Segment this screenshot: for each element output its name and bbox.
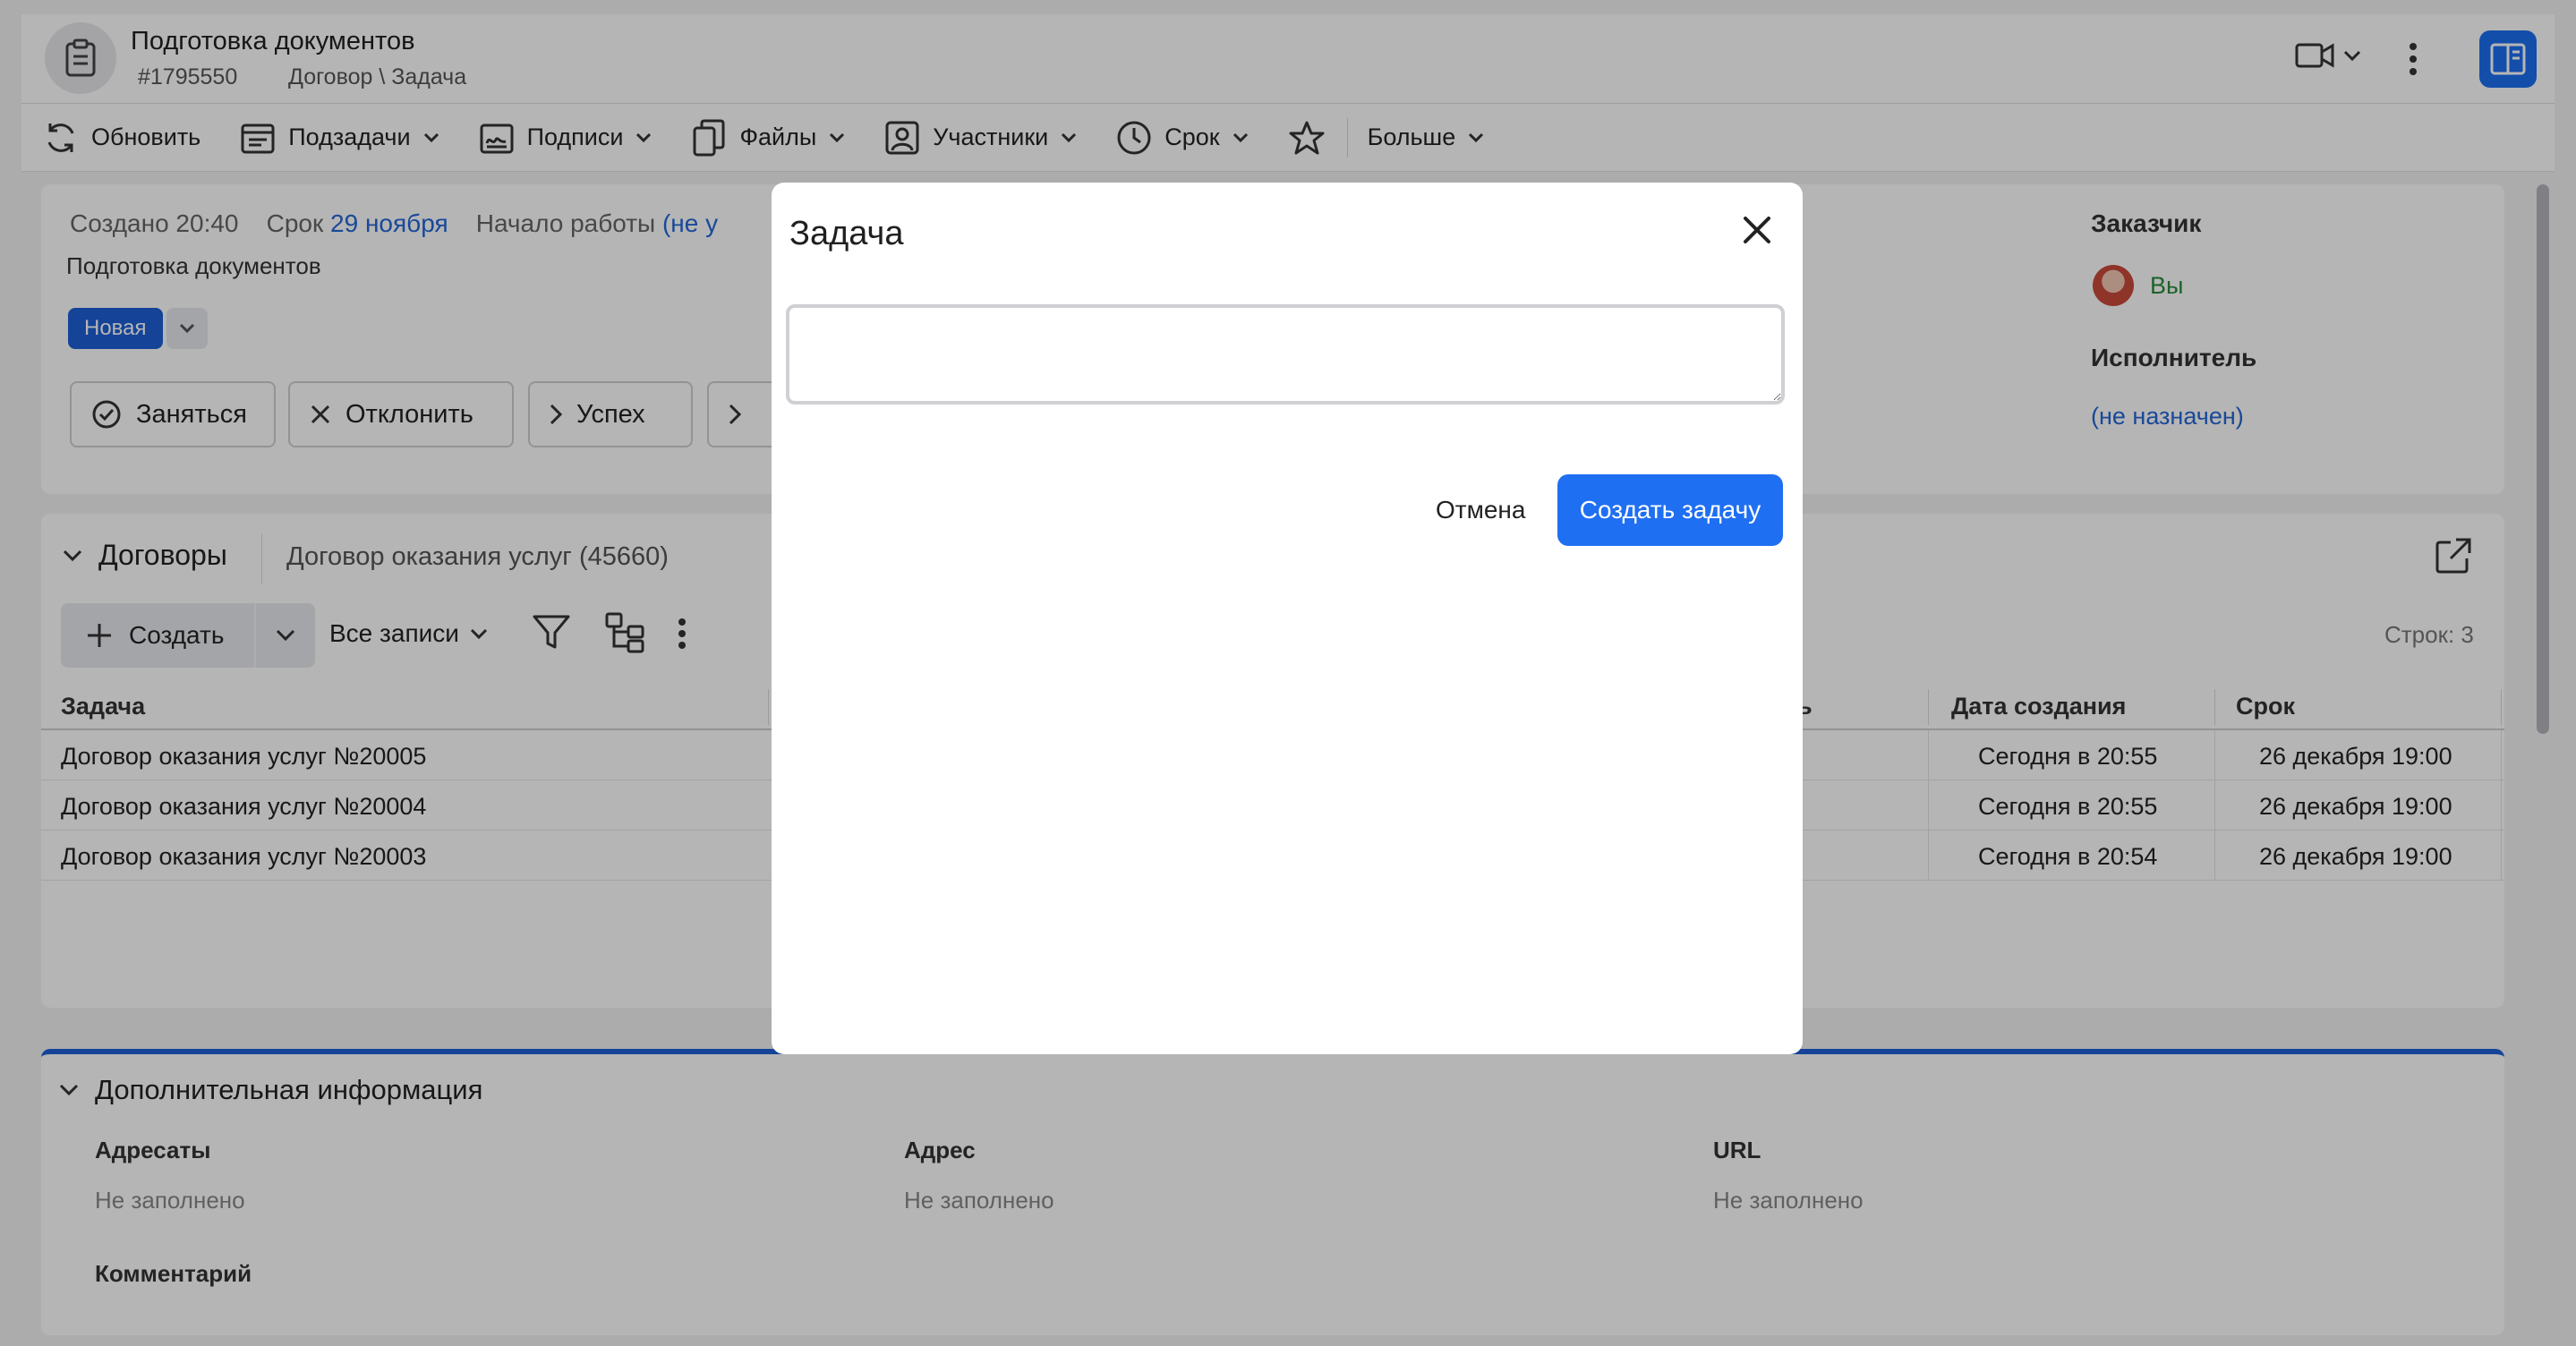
cancel-button[interactable]: Отмена	[1418, 474, 1543, 546]
create-task-dialog: Задача Отмена Создать задачу	[772, 183, 1803, 1054]
close-dialog-button[interactable]	[1742, 215, 1772, 245]
dialog-title: Задача	[789, 215, 904, 252]
close-icon	[1744, 217, 1770, 243]
create-task-button[interactable]: Создать задачу	[1557, 474, 1783, 546]
task-text-input[interactable]	[786, 304, 1785, 405]
